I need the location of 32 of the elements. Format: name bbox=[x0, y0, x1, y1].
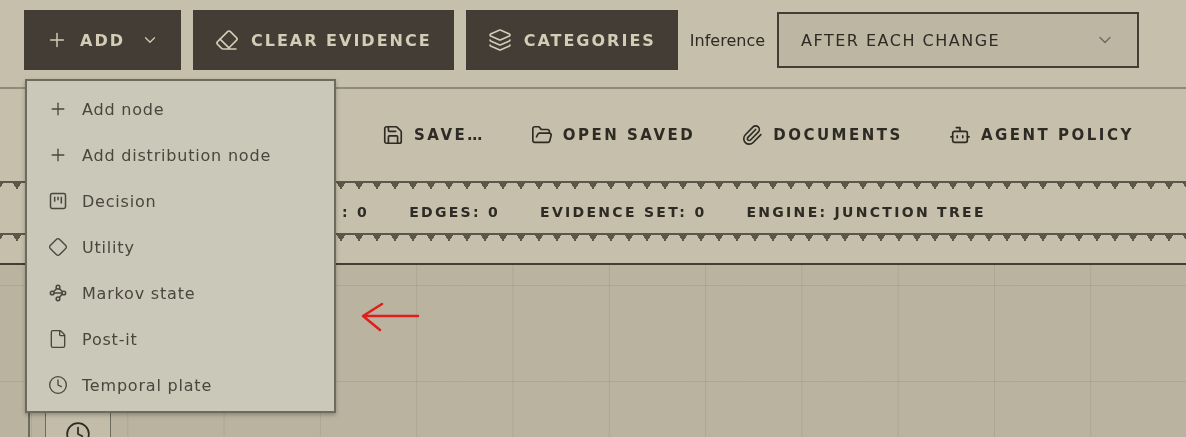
node-graph-icon bbox=[48, 283, 68, 303]
add-button[interactable]: ADD bbox=[24, 10, 181, 70]
diamond-icon bbox=[48, 237, 68, 257]
folder-icon bbox=[530, 124, 553, 146]
clear-evidence-button[interactable]: CLEAR EVIDENCE bbox=[192, 10, 454, 70]
status-text: EDGES: 0 bbox=[409, 204, 501, 220]
file-action-button[interactable]: SAVE… bbox=[382, 124, 485, 146]
menu-item[interactable]: Add node bbox=[27, 86, 334, 132]
status-text: : 0 bbox=[342, 204, 370, 220]
arrow-drawing bbox=[360, 301, 420, 333]
clock-icon bbox=[48, 375, 68, 395]
decision-icon bbox=[48, 191, 68, 211]
paperclip-icon bbox=[741, 124, 764, 146]
note-icon bbox=[48, 329, 68, 349]
menu-item[interactable]: Markov state bbox=[27, 270, 334, 316]
file-action-button[interactable]: DOCUMENTS bbox=[741, 124, 903, 146]
menu-item[interactable]: Decision bbox=[27, 178, 334, 224]
status-text: EVIDENCE SET: 0 bbox=[540, 204, 707, 220]
menu-item[interactable]: Temporal plate bbox=[27, 362, 334, 408]
menu-item[interactable]: Add distribution node bbox=[27, 132, 334, 178]
inference-label: Inference bbox=[689, 30, 765, 50]
layers-icon bbox=[487, 28, 512, 52]
status-text: ENGINE: JUNCTION TREE bbox=[746, 204, 986, 220]
categories-button[interactable]: CATEGORIES bbox=[465, 10, 678, 70]
save-icon bbox=[382, 124, 404, 146]
inference-select[interactable]: AFTER EACH CHANGE bbox=[777, 12, 1139, 68]
eraser-icon bbox=[214, 28, 239, 52]
menu-item[interactable]: Post-it bbox=[27, 316, 334, 362]
robot-icon bbox=[948, 124, 971, 146]
file-action-button[interactable]: AGENT POLICY bbox=[948, 124, 1134, 146]
file-action-button[interactable]: OPEN SAVED bbox=[530, 124, 696, 146]
menu-item[interactable]: Utility bbox=[27, 224, 334, 270]
